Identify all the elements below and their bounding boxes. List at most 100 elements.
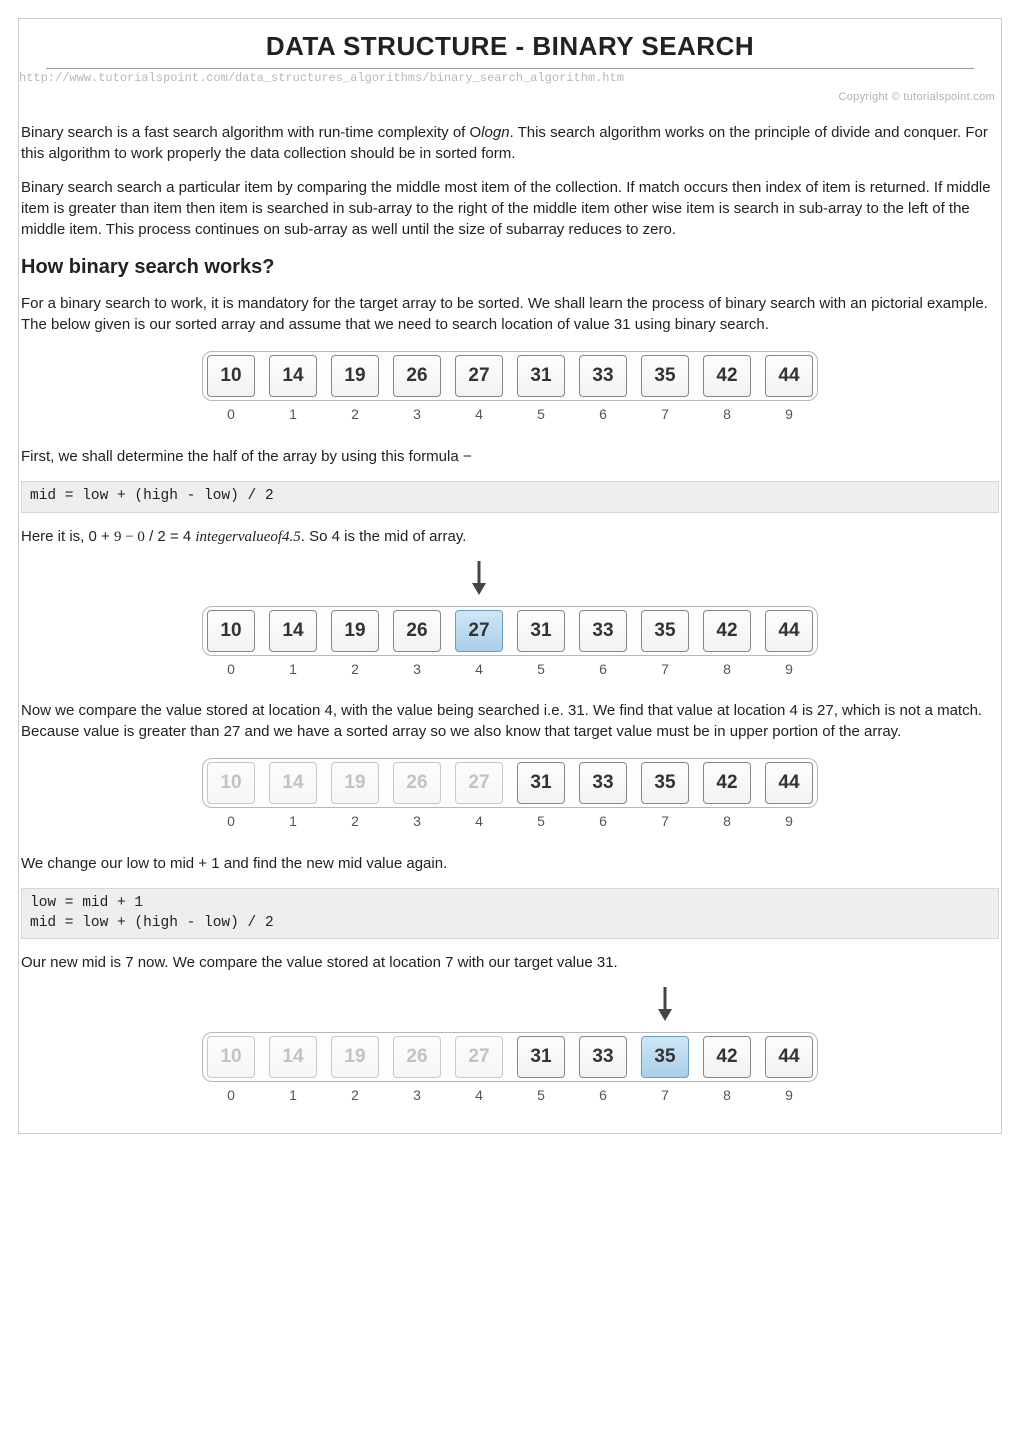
array-cell: 19 — [331, 1036, 379, 1078]
array-cells: 10 14 19 26 27 31 33 35 42 44 — [202, 606, 818, 656]
array-cell: 27 — [455, 762, 503, 804]
array-index: 4 — [455, 1086, 503, 1105]
array-index: 8 — [703, 1086, 751, 1105]
array-index: 8 — [703, 405, 751, 424]
array-index: 7 — [641, 1086, 689, 1105]
array-cells: 10 14 19 26 27 31 33 35 42 44 — [202, 351, 818, 401]
array-cell: 44 — [765, 1036, 813, 1078]
array-cell: 33 — [579, 1036, 627, 1078]
array-cell: 35 — [641, 1036, 689, 1078]
array-index: 9 — [765, 1086, 813, 1105]
array-index: 5 — [517, 405, 565, 424]
array-cell: 42 — [703, 355, 751, 397]
array-cell: 10 — [207, 762, 255, 804]
array-index: 2 — [331, 812, 379, 831]
array-index: 6 — [579, 405, 627, 424]
array-cell: 14 — [269, 762, 317, 804]
array-index: 2 — [331, 660, 379, 679]
paragraph-6: Now we compare the value stored at locat… — [21, 701, 999, 742]
array-cell: 33 — [579, 762, 627, 804]
pointer-arrow-icon — [470, 559, 488, 604]
array-cell: 27 — [455, 355, 503, 397]
array-cell: 31 — [517, 762, 565, 804]
array-index: 5 — [517, 1086, 565, 1105]
array-cell: 35 — [641, 610, 689, 652]
array-index: 3 — [393, 405, 441, 424]
array-cells: 10 14 19 26 27 31 33 35 42 44 — [202, 758, 818, 808]
array-cell: 27 — [455, 610, 503, 652]
array-index: 6 — [579, 660, 627, 679]
array-cell: 33 — [579, 610, 627, 652]
array-index: 9 — [765, 405, 813, 424]
array-diagram-1: 10 14 19 26 27 31 33 35 42 44 0123456789 — [21, 351, 999, 424]
array-cell: 14 — [269, 355, 317, 397]
array-cell: 33 — [579, 355, 627, 397]
array-index: 4 — [455, 660, 503, 679]
copyright: Copyright © tutorialspoint.com — [19, 85, 1001, 123]
array-cell: 27 — [455, 1036, 503, 1078]
array-cell: 26 — [393, 355, 441, 397]
array-index: 6 — [579, 812, 627, 831]
array-diagram-4: 10 14 19 26 27 31 33 35 42 44 0123456789 — [21, 990, 999, 1105]
array-cell: 31 — [517, 1036, 565, 1078]
array-index: 3 — [393, 660, 441, 679]
array-index: 1 — [269, 812, 317, 831]
array-cell: 10 — [207, 355, 255, 397]
array-index: 2 — [331, 1086, 379, 1105]
array-cell: 10 — [207, 1036, 255, 1078]
array-cell: 14 — [269, 610, 317, 652]
intro-paragraph-1: Binary search is a fast search algorithm… — [21, 123, 999, 164]
array-cell: 44 — [765, 355, 813, 397]
paragraph-7: We change our low to mid + 1 and find th… — [21, 854, 999, 875]
array-index: 6 — [579, 1086, 627, 1105]
array-index: 4 — [455, 405, 503, 424]
array-index: 2 — [331, 405, 379, 424]
array-cell: 14 — [269, 1036, 317, 1078]
code-block-1: mid = low + (high - low) / 2 — [21, 481, 999, 513]
array-cell: 42 — [703, 610, 751, 652]
array-cell: 42 — [703, 762, 751, 804]
array-cell: 44 — [765, 610, 813, 652]
array-index: 7 — [641, 405, 689, 424]
array-index: 1 — [269, 660, 317, 679]
code-block-2: low = mid + 1 mid = low + (high - low) /… — [21, 888, 999, 939]
array-cell: 10 — [207, 610, 255, 652]
array-cell: 31 — [517, 355, 565, 397]
array-index: 7 — [641, 660, 689, 679]
array-diagram-2: 101419262731333542440123456789 — [21, 564, 999, 679]
array-index: 0 — [207, 405, 255, 424]
source-url: http://www.tutorialspoint.com/data_struc… — [19, 69, 1001, 85]
array-cell: 42 — [703, 1036, 751, 1078]
paragraph-4: First, we shall determine the half of th… — [21, 447, 999, 468]
array-cell: 35 — [641, 762, 689, 804]
array-index: 1 — [269, 1086, 317, 1105]
array-cell: 35 — [641, 355, 689, 397]
array-index: 3 — [393, 812, 441, 831]
array-index: 0 — [207, 1086, 255, 1105]
array-cell: 19 — [331, 762, 379, 804]
array-index: 5 — [517, 812, 565, 831]
array-cells: 10 14 19 26 27 31 33 35 42 44 — [202, 1032, 818, 1082]
array-index: 8 — [703, 812, 751, 831]
section-heading: How binary search works? — [21, 254, 999, 282]
array-index: 9 — [765, 660, 813, 679]
array-diagram-3: 101419262731333542440123456789 — [21, 758, 999, 831]
array-cell: 19 — [331, 610, 379, 652]
array-cell: 19 — [331, 355, 379, 397]
array-index: 8 — [703, 660, 751, 679]
pointer-arrow-icon — [656, 985, 674, 1030]
intro-paragraph-2: Binary search search a particular item b… — [21, 178, 999, 240]
array-index: 9 — [765, 812, 813, 831]
array-index: 1 — [269, 405, 317, 424]
array-cell: 26 — [393, 762, 441, 804]
array-cell: 26 — [393, 610, 441, 652]
array-index: 5 — [517, 660, 565, 679]
paragraph-8: Our new mid is 7 now. We compare the val… — [21, 953, 999, 974]
array-index: 3 — [393, 1086, 441, 1105]
array-cell: 26 — [393, 1036, 441, 1078]
array-cell: 31 — [517, 610, 565, 652]
array-index: 4 — [455, 812, 503, 831]
paragraph-3: For a binary search to work, it is manda… — [21, 294, 999, 335]
page-title: DATA STRUCTURE - BINARY SEARCH — [46, 27, 974, 69]
array-cell: 44 — [765, 762, 813, 804]
